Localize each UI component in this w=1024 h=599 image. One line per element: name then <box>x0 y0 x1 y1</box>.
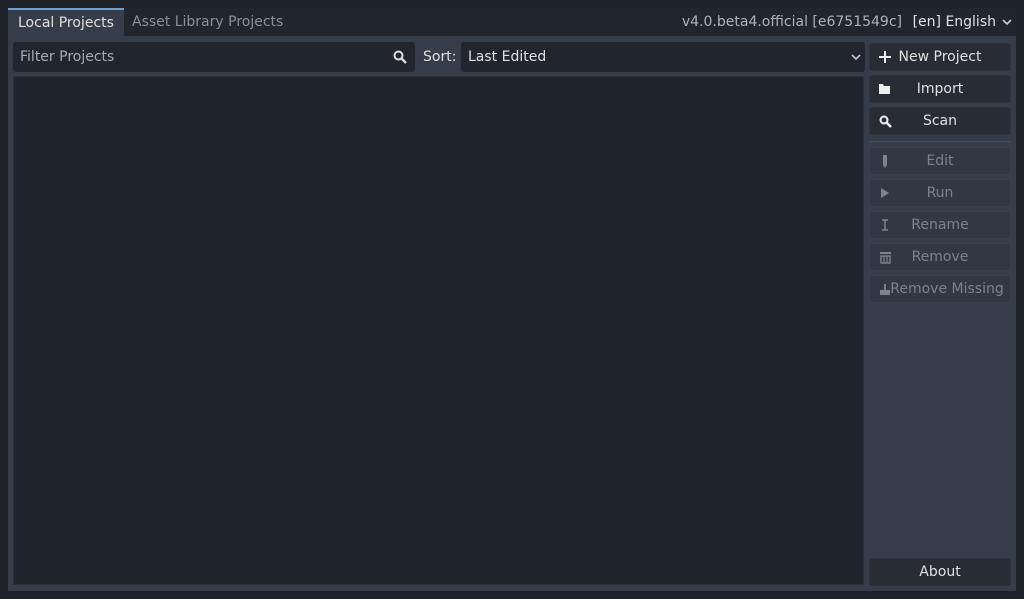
rename-button[interactable]: Rename <box>869 211 1011 239</box>
label: Scan <box>922 113 958 129</box>
remove-missing-button[interactable]: Remove Missing <box>869 275 1011 303</box>
label: Remove Missing <box>890 281 1004 297</box>
label: Edit <box>926 153 954 169</box>
scan-button[interactable]: Scan <box>869 107 1011 135</box>
label: New Project <box>898 49 982 65</box>
tab-bar: Local Projects Asset Library Projects v4… <box>8 8 1016 36</box>
label: Import <box>916 81 964 97</box>
new-project-button[interactable]: New Project <box>869 43 1011 71</box>
tab-local-projects[interactable]: Local Projects <box>8 8 124 36</box>
plus-icon <box>878 44 892 70</box>
play-icon <box>878 180 892 206</box>
search-icon <box>878 108 892 134</box>
version-label: v4.0.beta4.official [e6751549c] <box>681 14 902 30</box>
pencil-icon <box>878 148 892 174</box>
text-cursor-icon <box>878 212 892 238</box>
sort-value: Last Edited <box>468 49 547 65</box>
run-button[interactable]: Run <box>869 179 1011 207</box>
tab-asset-library-projects[interactable]: Asset Library Projects <box>122 8 293 36</box>
label: Rename <box>911 217 969 233</box>
search-icon <box>393 50 407 64</box>
separator <box>869 141 1011 142</box>
sort-select[interactable]: Last Edited <box>461 42 865 72</box>
language-value: [en] English <box>912 14 996 30</box>
sort-label: Sort: <box>423 49 457 65</box>
remove-button[interactable]: Remove <box>869 243 1011 271</box>
chevron-down-icon <box>851 54 861 61</box>
language-select[interactable]: [en] English <box>913 8 1012 36</box>
label: Run <box>926 185 954 201</box>
project-list[interactable] <box>13 76 864 585</box>
filter-placeholder: Filter Projects <box>20 49 115 65</box>
edit-button[interactable]: Edit <box>869 147 1011 175</box>
chevron-down-icon <box>1002 19 1012 26</box>
folder-icon <box>878 76 892 102</box>
label: About <box>919 564 961 580</box>
filter-projects-input[interactable]: Filter Projects <box>13 42 415 72</box>
trash-icon <box>878 244 892 270</box>
about-button[interactable]: About <box>869 558 1011 586</box>
import-button[interactable]: Import <box>869 75 1011 103</box>
broom-icon <box>878 276 892 302</box>
label: Remove <box>911 249 969 265</box>
